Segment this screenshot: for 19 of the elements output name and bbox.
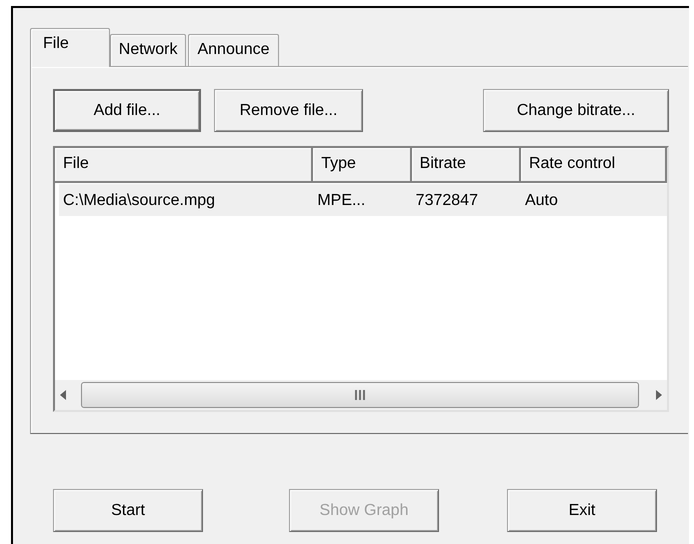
grip-icon <box>354 390 366 400</box>
scroll-thumb[interactable] <box>81 382 639 408</box>
dialog-button[interactable]: Start <box>53 489 203 532</box>
toolbar-button[interactable]: Add file... <box>53 89 201 132</box>
scroll-left-icon[interactable] <box>59 389 67 401</box>
toolbar-button[interactable]: Change bitrate... <box>483 89 669 132</box>
table-cell-text: C:\Media\source.mpg <box>62 191 216 211</box>
dialog-button[interactable]: Exit <box>507 489 657 532</box>
toolbar-button[interactable]: Remove file... <box>214 89 363 132</box>
table-row[interactable]: C:\Media\source.mpg MPE... 7372847 Auto <box>59 184 667 216</box>
horizontal-scrollbar[interactable] <box>55 380 667 410</box>
table-cell-text: Auto <box>524 191 559 211</box>
table-cell-text: MPE... <box>316 191 366 211</box>
file-list[interactable]: File Type Bitrate Rate control C:\Media\source.mpg MPE... 7372847 Auto <box>53 146 669 412</box>
table-cell-text: 7372847 <box>414 191 479 211</box>
tab[interactable]: File <box>30 28 110 67</box>
tab[interactable]: Announce <box>188 34 279 66</box>
scroll-right-icon[interactable] <box>655 389 663 401</box>
tab[interactable]: Network <box>110 34 186 66</box>
